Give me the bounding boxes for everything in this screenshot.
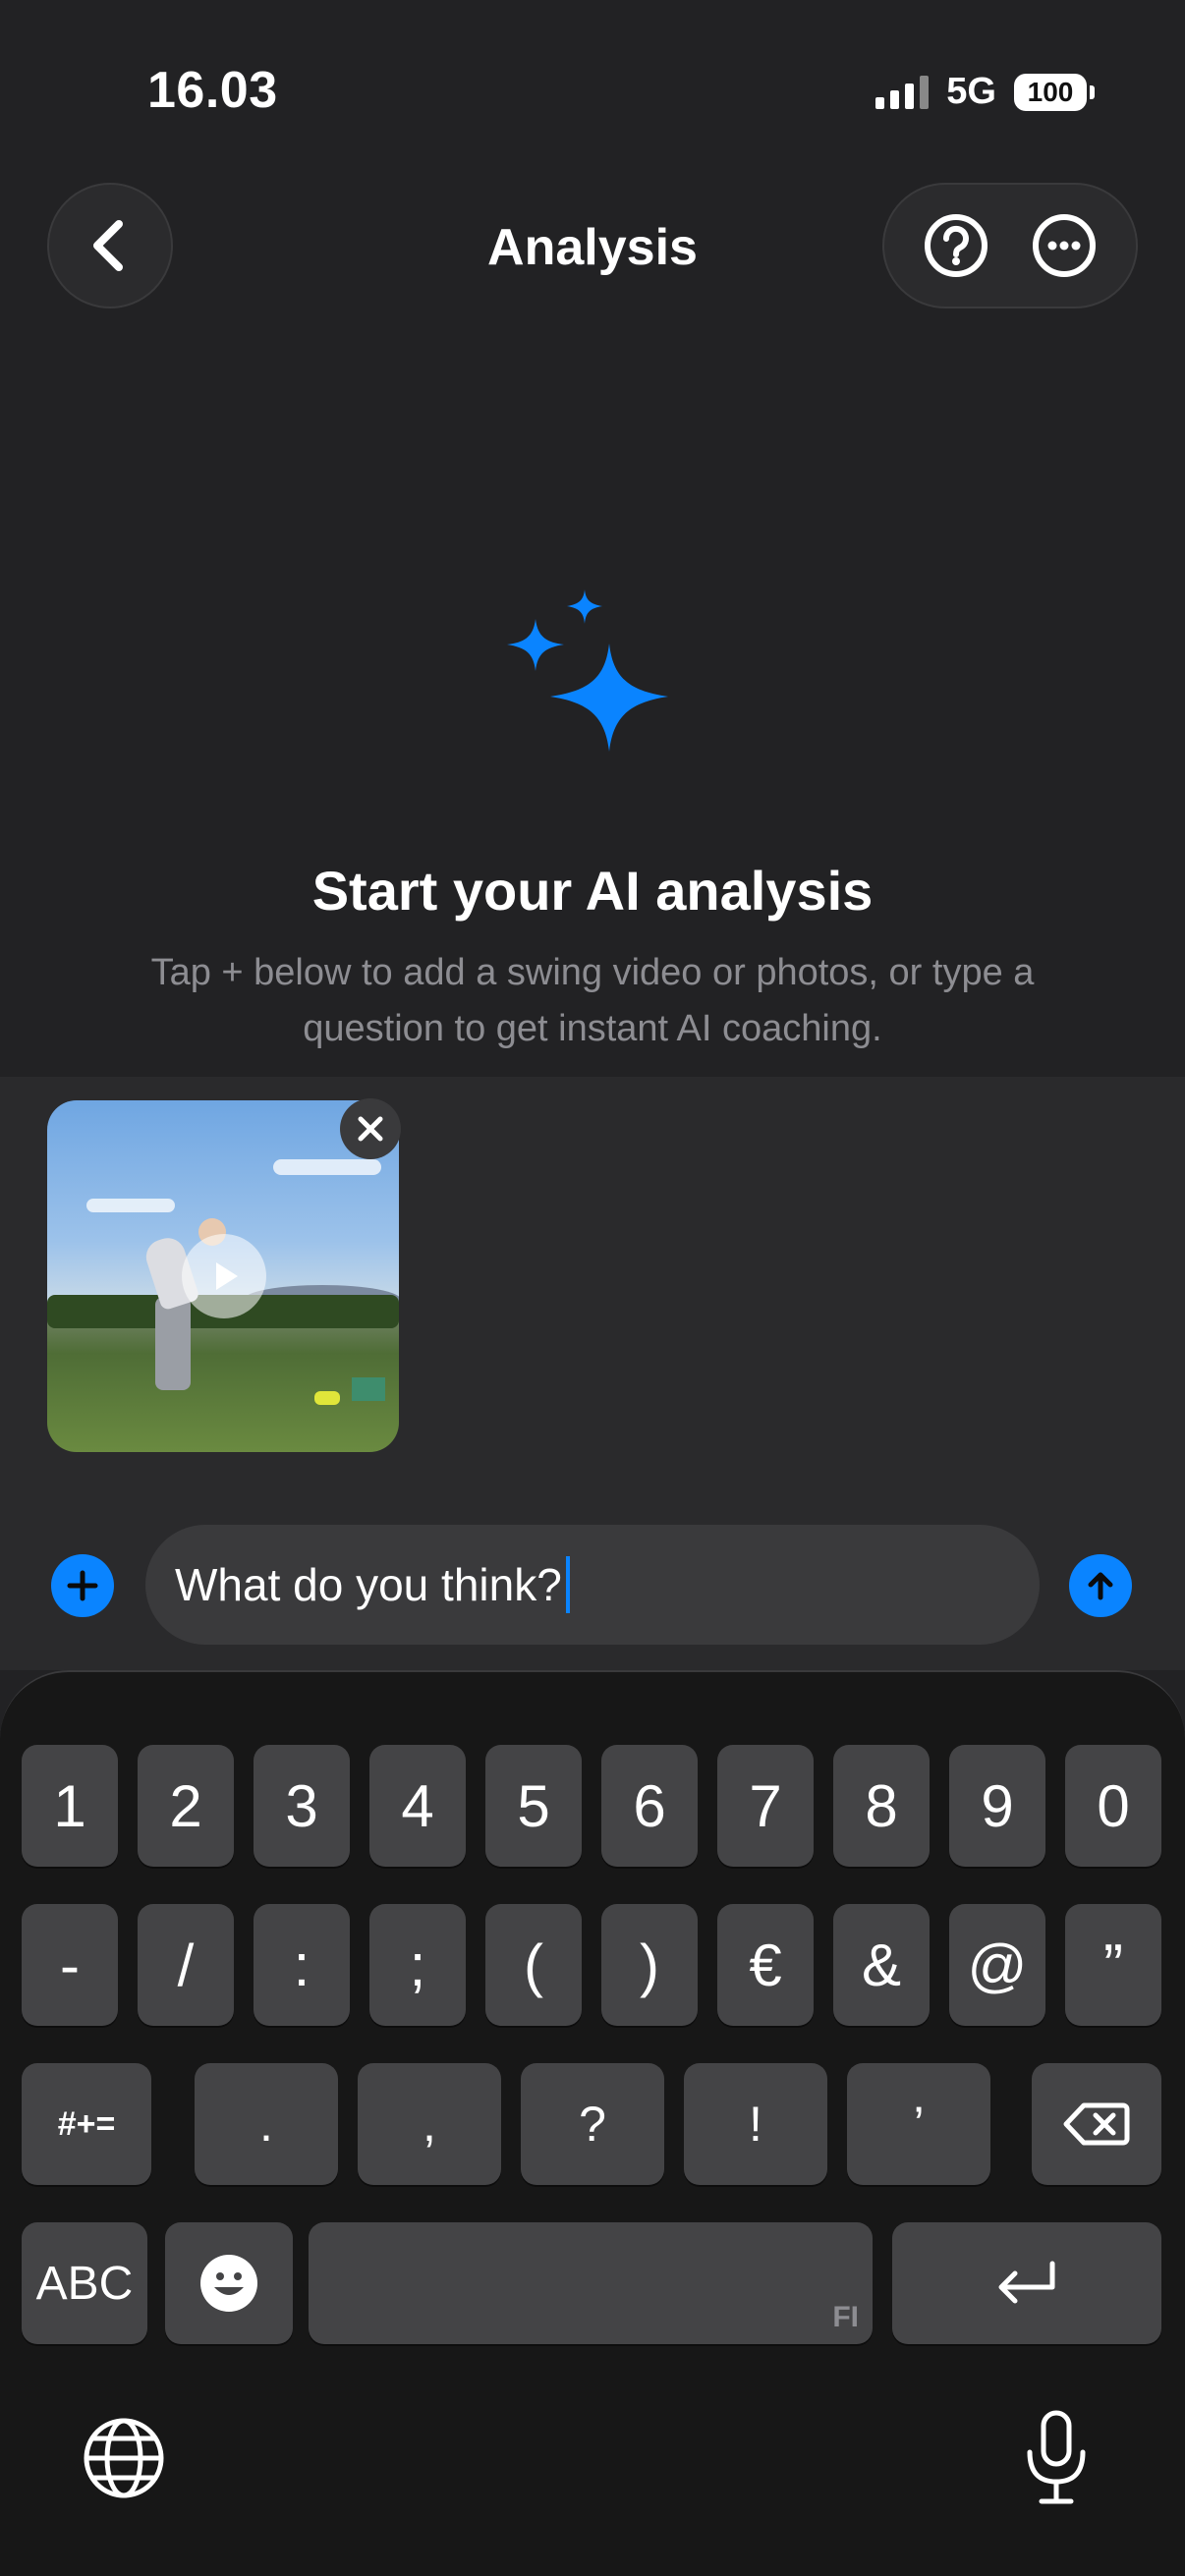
key-exclamation[interactable]: !	[684, 2063, 827, 2185]
play-icon	[216, 1262, 238, 1290]
more-button[interactable]	[1030, 211, 1099, 280]
play-button[interactable]	[182, 1234, 266, 1318]
key-9[interactable]: 9	[949, 1745, 1045, 1867]
return-icon	[998, 2261, 1055, 2304]
sparkles-icon	[507, 589, 668, 752]
question-circle-icon	[925, 214, 988, 277]
space-language-hint: FI	[832, 2301, 859, 2333]
key-3[interactable]: 3	[254, 1745, 350, 1867]
key-open-paren[interactable]: (	[485, 1904, 582, 2026]
battery-icon: 100	[1014, 73, 1095, 111]
key-hyphen[interactable]: -	[22, 1904, 118, 2026]
more-symbols-key[interactable]: #+=	[22, 2063, 151, 2185]
delete-key[interactable]	[1032, 2063, 1161, 2185]
space-key[interactable]: FI	[309, 2222, 873, 2344]
key-close-paren[interactable]: )	[601, 1904, 698, 2026]
remove-attachment-button[interactable]	[340, 1098, 401, 1159]
key-period[interactable]: .	[195, 2063, 338, 2185]
header-actions	[882, 183, 1138, 308]
key-apostrophe[interactable]: ’	[847, 2063, 990, 2185]
key-2[interactable]: 2	[138, 1745, 234, 1867]
key-at[interactable]: @	[949, 1904, 1045, 2026]
microphone-icon[interactable]	[1022, 2409, 1091, 2507]
return-key[interactable]	[892, 2222, 1161, 2344]
signal-icon	[875, 75, 930, 109]
key-slash[interactable]: /	[138, 1904, 234, 2026]
emoji-icon	[200, 2255, 257, 2312]
key-1[interactable]: 1	[22, 1745, 118, 1867]
status-indicators: 5G 100	[875, 71, 1095, 113]
key-semicolon[interactable]: ;	[369, 1904, 466, 2026]
key-question[interactable]: ?	[521, 2063, 664, 2185]
help-button[interactable]	[922, 211, 990, 280]
network-label: 5G	[946, 71, 996, 112]
add-attachment-button[interactable]	[51, 1554, 114, 1617]
send-button[interactable]	[1069, 1554, 1132, 1617]
key-ampersand[interactable]: &	[833, 1904, 930, 2026]
close-icon	[358, 1116, 383, 1142]
key-8[interactable]: 8	[833, 1745, 930, 1867]
plus-icon	[67, 1570, 98, 1601]
empty-state-title: Start your AI analysis	[311, 860, 874, 922]
globe-icon[interactable]	[83, 2417, 165, 2499]
abc-key[interactable]: ABC	[22, 2222, 147, 2344]
empty-state-subtitle: Tap + below to add a swing video or phot…	[150, 952, 1035, 1049]
key-comma[interactable]: ,	[358, 2063, 501, 2185]
battery-level: 100	[1014, 73, 1087, 111]
key-quote[interactable]: ”	[1065, 1904, 1161, 2026]
key-euro[interactable]: €	[717, 1904, 814, 2026]
message-input[interactable]: What do you think?	[145, 1525, 1040, 1645]
text-caret	[565, 1556, 570, 1613]
keyboard: 1 2 3 4 5 6 7 8 9 0 - / : ; ( ) € & @ ” …	[0, 1670, 1185, 2576]
emoji-key[interactable]	[165, 2222, 293, 2344]
backspace-icon	[1063, 2102, 1130, 2146]
key-6[interactable]: 6	[601, 1745, 698, 1867]
status-time: 16.03	[147, 62, 278, 119]
arrow-up-icon	[1088, 1572, 1113, 1600]
key-colon[interactable]: :	[254, 1904, 350, 2026]
message-text: What do you think?	[175, 1559, 562, 1610]
more-circle-icon	[1033, 214, 1096, 277]
key-7[interactable]: 7	[717, 1745, 814, 1867]
key-0[interactable]: 0	[1065, 1745, 1161, 1867]
key-5[interactable]: 5	[485, 1745, 582, 1867]
key-4[interactable]: 4	[369, 1745, 466, 1867]
